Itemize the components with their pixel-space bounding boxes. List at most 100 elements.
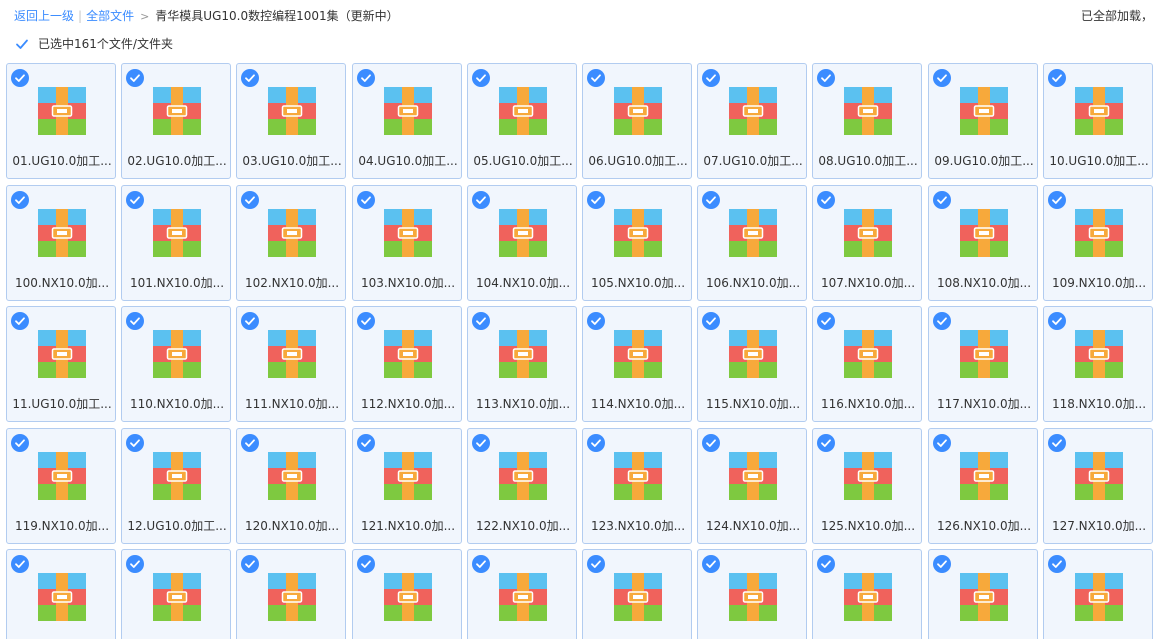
- file-tile[interactable]: [582, 549, 692, 639]
- checkmark-circle-icon[interactable]: [11, 312, 29, 330]
- file-tile[interactable]: 114.NX10.0加...: [582, 306, 692, 422]
- file-tile[interactable]: 106.NX10.0加...: [697, 185, 807, 301]
- file-tile[interactable]: [812, 549, 922, 639]
- file-tile[interactable]: 108.NX10.0加...: [928, 185, 1038, 301]
- file-tile[interactable]: 119.NX10.0加...: [6, 428, 116, 544]
- checkmark-circle-icon[interactable]: [702, 312, 720, 330]
- checkmark-circle-icon[interactable]: [11, 434, 29, 452]
- checkmark-circle-icon[interactable]: [472, 69, 490, 87]
- file-tile[interactable]: 02.UG10.0加工...: [121, 63, 231, 179]
- file-tile[interactable]: 105.NX10.0加...: [582, 185, 692, 301]
- file-tile[interactable]: 103.NX10.0加...: [352, 185, 462, 301]
- checkmark-circle-icon[interactable]: [933, 191, 951, 209]
- checkmark-circle-icon[interactable]: [357, 312, 375, 330]
- checkmark-circle-icon[interactable]: [817, 191, 835, 209]
- file-tile[interactable]: 110.NX10.0加...: [121, 306, 231, 422]
- file-tile[interactable]: 104.NX10.0加...: [467, 185, 577, 301]
- file-tile[interactable]: 126.NX10.0加...: [928, 428, 1038, 544]
- checkmark-circle-icon[interactable]: [472, 191, 490, 209]
- file-tile[interactable]: 11.UG10.0加工...: [6, 306, 116, 422]
- file-tile[interactable]: 109.NX10.0加...: [1043, 185, 1153, 301]
- select-all-checkbox[interactable]: [14, 36, 30, 52]
- file-tile[interactable]: 116.NX10.0加...: [812, 306, 922, 422]
- checkmark-circle-icon[interactable]: [817, 555, 835, 573]
- file-tile[interactable]: 117.NX10.0加...: [928, 306, 1038, 422]
- file-tile[interactable]: 10.UG10.0加工...: [1043, 63, 1153, 179]
- checkmark-circle-icon[interactable]: [1048, 312, 1066, 330]
- file-tile[interactable]: 06.UG10.0加工...: [582, 63, 692, 179]
- checkmark-circle-icon[interactable]: [933, 434, 951, 452]
- checkmark-circle-icon[interactable]: [126, 191, 144, 209]
- checkmark-circle-icon[interactable]: [1048, 191, 1066, 209]
- back-link[interactable]: 返回上一级: [14, 9, 74, 23]
- checkmark-circle-icon[interactable]: [357, 191, 375, 209]
- checkmark-circle-icon[interactable]: [11, 191, 29, 209]
- file-tile[interactable]: 125.NX10.0加...: [812, 428, 922, 544]
- checkmark-circle-icon[interactable]: [1048, 434, 1066, 452]
- file-tile[interactable]: 100.NX10.0加...: [6, 185, 116, 301]
- checkmark-circle-icon[interactable]: [357, 69, 375, 87]
- checkmark-circle-icon[interactable]: [587, 312, 605, 330]
- checkmark-circle-icon[interactable]: [241, 69, 259, 87]
- checkmark-circle-icon[interactable]: [241, 191, 259, 209]
- file-tile[interactable]: 05.UG10.0加工...: [467, 63, 577, 179]
- file-tile[interactable]: 08.UG10.0加工...: [812, 63, 922, 179]
- checkmark-circle-icon[interactable]: [241, 312, 259, 330]
- checkmark-circle-icon[interactable]: [126, 312, 144, 330]
- file-tile[interactable]: 01.UG10.0加工...: [6, 63, 116, 179]
- checkmark-circle-icon[interactable]: [587, 191, 605, 209]
- checkmark-circle-icon[interactable]: [702, 555, 720, 573]
- file-tile[interactable]: 09.UG10.0加工...: [928, 63, 1038, 179]
- file-tile[interactable]: 12.UG10.0加工...: [121, 428, 231, 544]
- checkmark-circle-icon[interactable]: [587, 69, 605, 87]
- checkmark-circle-icon[interactable]: [933, 69, 951, 87]
- checkmark-circle-icon[interactable]: [702, 191, 720, 209]
- checkmark-circle-icon[interactable]: [126, 69, 144, 87]
- checkmark-circle-icon[interactable]: [817, 434, 835, 452]
- file-tile[interactable]: [6, 549, 116, 639]
- file-tile[interactable]: 03.UG10.0加工...: [236, 63, 346, 179]
- file-tile[interactable]: [121, 549, 231, 639]
- file-tile[interactable]: 123.NX10.0加...: [582, 428, 692, 544]
- all-files-link[interactable]: 全部文件: [86, 9, 134, 23]
- file-tile[interactable]: 112.NX10.0加...: [352, 306, 462, 422]
- file-tile[interactable]: 120.NX10.0加...: [236, 428, 346, 544]
- file-tile[interactable]: 127.NX10.0加...: [1043, 428, 1153, 544]
- checkmark-circle-icon[interactable]: [933, 312, 951, 330]
- file-tile[interactable]: [352, 549, 462, 639]
- checkmark-circle-icon[interactable]: [472, 555, 490, 573]
- checkmark-circle-icon[interactable]: [702, 434, 720, 452]
- file-tile[interactable]: 102.NX10.0加...: [236, 185, 346, 301]
- file-tile[interactable]: 107.NX10.0加...: [812, 185, 922, 301]
- file-tile[interactable]: 121.NX10.0加...: [352, 428, 462, 544]
- file-tile[interactable]: 118.NX10.0加...: [1043, 306, 1153, 422]
- checkmark-circle-icon[interactable]: [1048, 69, 1066, 87]
- checkmark-circle-icon[interactable]: [357, 555, 375, 573]
- checkmark-circle-icon[interactable]: [472, 434, 490, 452]
- checkmark-circle-icon[interactable]: [817, 69, 835, 87]
- checkmark-circle-icon[interactable]: [702, 69, 720, 87]
- checkmark-circle-icon[interactable]: [11, 555, 29, 573]
- file-tile[interactable]: 115.NX10.0加...: [697, 306, 807, 422]
- file-tile[interactable]: [697, 549, 807, 639]
- file-tile[interactable]: 111.NX10.0加...: [236, 306, 346, 422]
- checkmark-circle-icon[interactable]: [1048, 555, 1066, 573]
- checkmark-circle-icon[interactable]: [126, 434, 144, 452]
- checkmark-circle-icon[interactable]: [472, 312, 490, 330]
- checkmark-circle-icon[interactable]: [11, 69, 29, 87]
- file-tile[interactable]: 04.UG10.0加工...: [352, 63, 462, 179]
- file-tile[interactable]: [1043, 549, 1153, 639]
- checkmark-circle-icon[interactable]: [587, 555, 605, 573]
- file-tile[interactable]: 07.UG10.0加工...: [697, 63, 807, 179]
- checkmark-circle-icon[interactable]: [817, 312, 835, 330]
- file-tile[interactable]: 101.NX10.0加...: [121, 185, 231, 301]
- file-tile[interactable]: [467, 549, 577, 639]
- checkmark-circle-icon[interactable]: [357, 434, 375, 452]
- checkmark-circle-icon[interactable]: [126, 555, 144, 573]
- file-tile[interactable]: [928, 549, 1038, 639]
- checkmark-circle-icon[interactable]: [241, 555, 259, 573]
- checkmark-circle-icon[interactable]: [241, 434, 259, 452]
- file-tile[interactable]: 113.NX10.0加...: [467, 306, 577, 422]
- file-tile[interactable]: [236, 549, 346, 639]
- checkmark-circle-icon[interactable]: [587, 434, 605, 452]
